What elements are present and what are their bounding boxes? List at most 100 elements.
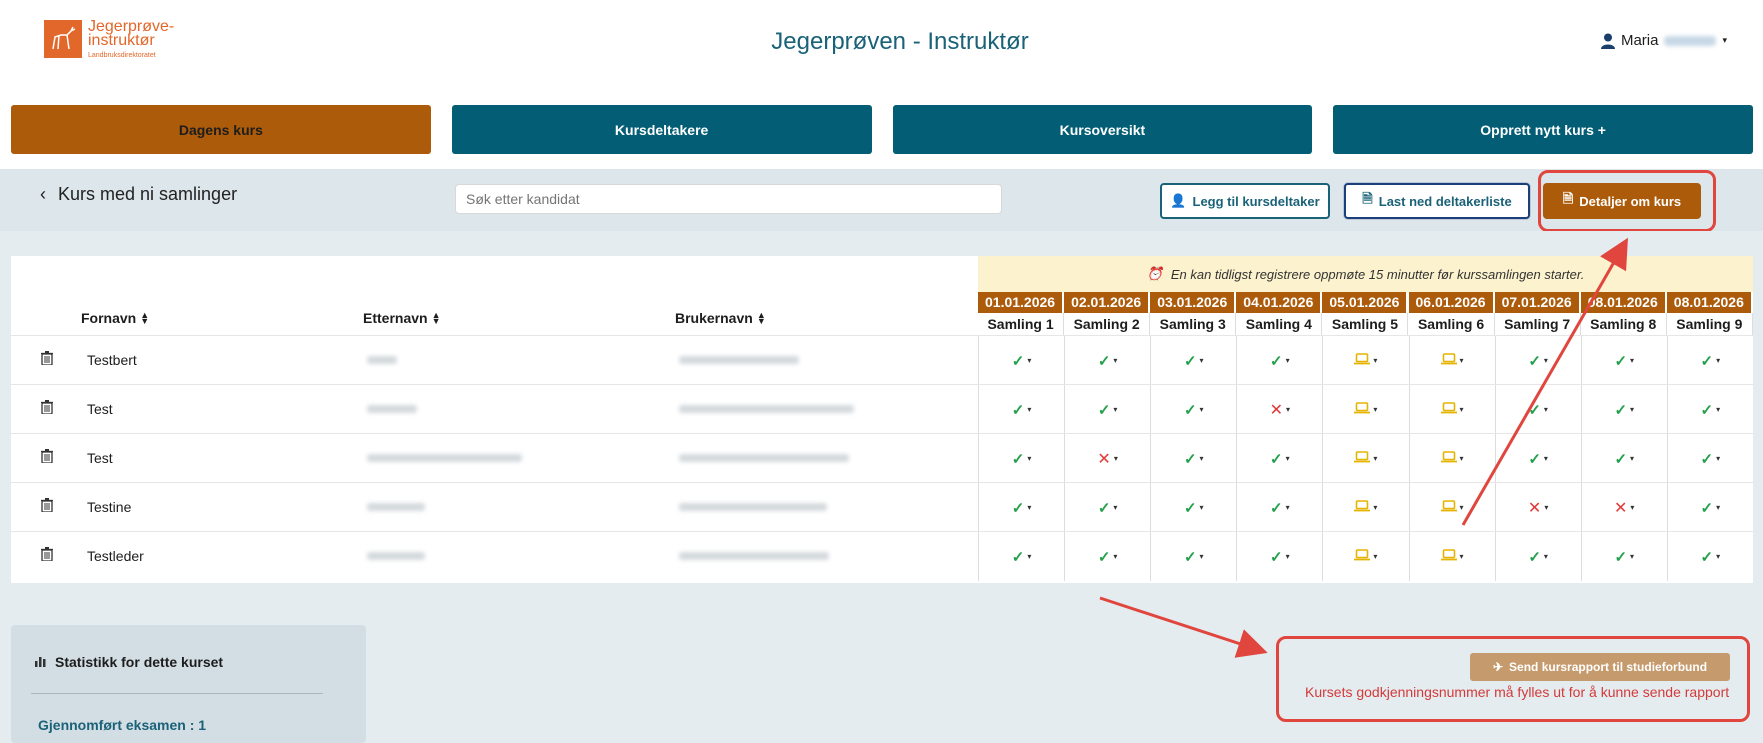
attendance-cell[interactable]: ✓ ▾ [1236, 434, 1322, 483]
cell-brukernavn-blurred [679, 503, 827, 511]
stats-title-text: Statistikk for dette kurset [55, 654, 224, 670]
notice-text: En kan tidligst registrere oppmøte 15 mi… [1170, 266, 1585, 282]
cross-icon: ✕ [1614, 499, 1628, 517]
attendance-cell[interactable]: ✓ ▾ [1494, 532, 1581, 581]
attendance-cell[interactable]: ✓ ▾ [1580, 385, 1667, 434]
attendance-cell[interactable]: ▾ [1322, 434, 1408, 483]
attendance-cell[interactable]: ✓ ▾ [1580, 336, 1667, 385]
attendance-cell[interactable]: ▾ [1322, 483, 1408, 532]
user-surname-blurred [1664, 35, 1717, 46]
attendance-cell[interactable]: ✓ ▾ [1236, 483, 1322, 532]
attendance-cell[interactable]: ▾ [1322, 532, 1408, 581]
attendance-cell[interactable]: ✓ ▾ [978, 483, 1064, 532]
chevron-down-icon: ▾ [1027, 552, 1032, 561]
attendance-cell[interactable]: ▾ [1408, 336, 1495, 385]
column-header-fornavn[interactable]: Fornavn ▲ ▼ [81, 310, 149, 326]
attendance-cell[interactable]: ✓ ▾ [1666, 483, 1753, 532]
chevron-down-icon: ▾ [1113, 405, 1118, 414]
chevron-down-icon: ▾ [1373, 503, 1378, 512]
file-download-icon: 🗎 [1362, 191, 1373, 206]
attendance-cell[interactable]: ▾ [1408, 385, 1495, 434]
attendance-cell[interactable]: ✓ ▾ [1064, 336, 1150, 385]
attendance-cell[interactable]: ✓ ▾ [1236, 336, 1322, 385]
add-participant-button[interactable]: 👤 Legg til kursdeltaker [1160, 183, 1330, 219]
check-icon: ✓ [1700, 352, 1714, 370]
attendance-cell[interactable]: ✓ ▾ [1236, 532, 1322, 581]
attendance-cell[interactable]: ✕ ▾ [1580, 483, 1667, 532]
chevron-down-icon: ▾ [1373, 405, 1378, 414]
attendance-cell[interactable]: ✓ ▾ [1064, 385, 1150, 434]
trash-icon[interactable] [41, 449, 53, 468]
trash-icon[interactable] [41, 498, 53, 517]
check-icon: ✓ [1614, 352, 1628, 370]
cell-brukernavn-blurred [679, 454, 849, 462]
session-date-header: 07.01.2026 [1494, 292, 1581, 313]
attendance-cell[interactable]: ✓ ▾ [1150, 434, 1236, 483]
main-nav: Dagens kurs Kursdeltakere Kursoversikt O… [11, 105, 1753, 154]
chevron-down-icon: ▾ [1630, 405, 1635, 414]
attendance-cell[interactable]: ▾ [1408, 483, 1495, 532]
attendance-cell[interactable]: ✓ ▾ [978, 434, 1064, 483]
session-date-header: 03.01.2026 [1150, 292, 1237, 313]
attendance-cell[interactable]: ▾ [1408, 532, 1495, 581]
session-label-header: Samling 9 [1667, 313, 1753, 335]
attendance-cell[interactable]: ▾ [1322, 336, 1408, 385]
attendance-cell[interactable]: ✓ ▾ [1666, 532, 1753, 581]
user-menu[interactable]: Maria ▾ [1600, 32, 1727, 49]
check-icon: ✓ [1183, 401, 1197, 419]
session-date-header: 01.01.2026 [978, 292, 1065, 313]
attendance-cell[interactable]: ✓ ▾ [978, 385, 1064, 434]
attendance-cell[interactable]: ✓ ▾ [1150, 385, 1236, 434]
attendance-cell[interactable]: ✕ ▾ [1064, 434, 1150, 483]
attendance-cell[interactable]: ✕ ▾ [1494, 483, 1581, 532]
chevron-down-icon: ▾ [1543, 454, 1548, 463]
download-list-button[interactable]: 🗎 Last ned deltakerliste [1344, 183, 1530, 219]
cross-icon: ✕ [1097, 450, 1111, 468]
check-icon: ✓ [1011, 450, 1025, 468]
trash-icon[interactable] [41, 547, 53, 566]
cell-fornavn: Testine [87, 499, 132, 515]
laptop-icon [1354, 450, 1371, 468]
app-header: Jegerprøve- instruktør Landbruksdirektor… [0, 0, 1763, 90]
attendance-cell[interactable]: ✓ ▾ [1580, 532, 1667, 581]
laptop-icon [1440, 450, 1457, 468]
trash-icon[interactable] [41, 400, 53, 419]
attendance-cell[interactable]: ✓ ▾ [1150, 336, 1236, 385]
nav-dagens-kurs[interactable]: Dagens kurs [11, 105, 431, 154]
attendance-cell[interactable]: ✕ ▾ [1236, 385, 1322, 434]
attendance-cell[interactable]: ✓ ▾ [1150, 483, 1236, 532]
attendance-cell[interactable]: ✓ ▾ [1666, 385, 1753, 434]
attendance-cell[interactable]: ✓ ▾ [978, 532, 1064, 581]
attendance-cell[interactable]: ✓ ▾ [1494, 434, 1581, 483]
attendance-cell[interactable]: ✓ ▾ [1064, 483, 1150, 532]
attendance-cell[interactable]: ✓ ▾ [1494, 336, 1581, 385]
column-header-brukernavn[interactable]: Brukernavn ▲ ▼ [675, 310, 766, 326]
check-icon: ✓ [1700, 548, 1714, 566]
attendance-cell[interactable]: ✓ ▾ [1494, 385, 1581, 434]
attendance-cell[interactable]: ✓ ▾ [978, 336, 1064, 385]
user-name: Maria [1620, 32, 1659, 49]
check-icon: ✓ [1614, 401, 1628, 419]
send-report-button[interactable]: ✈ Send kursrapport til studieforbund [1470, 653, 1730, 681]
attendance-cell[interactable]: ✓ ▾ [1150, 532, 1236, 581]
check-icon: ✓ [1097, 548, 1111, 566]
attendance-cell[interactable]: ▾ [1322, 385, 1408, 434]
header-last-label: Etternavn [363, 310, 428, 326]
column-header-etternavn[interactable]: Etternavn ▲ ▼ [363, 310, 441, 326]
nav-kursoversikt[interactable]: Kursoversikt [892, 105, 1313, 154]
nav-kursdeltakere[interactable]: Kursdeltakere [451, 105, 872, 154]
attendance-cell[interactable]: ✓ ▾ [1666, 336, 1753, 385]
chevron-down-icon: ▾ [1373, 356, 1378, 365]
attendance-cell[interactable]: ✓ ▾ [1666, 434, 1753, 483]
nav-opprett-nytt-kurs[interactable]: Opprett nytt kurs + [1333, 105, 1753, 154]
check-icon: ✓ [1183, 352, 1197, 370]
search-input[interactable] [455, 184, 1002, 214]
back-link[interactable]: ‹ Kurs med ni samlinger [40, 184, 237, 205]
download-list-label: Last ned deltakerliste [1378, 193, 1512, 209]
attendance-cell[interactable]: ▾ [1408, 434, 1495, 483]
attendance-cell[interactable]: ✓ ▾ [1064, 532, 1150, 581]
cell-fornavn: Test [87, 450, 113, 466]
trash-icon[interactable] [41, 351, 53, 370]
attendance-cell[interactable]: ✓ ▾ [1580, 434, 1667, 483]
laptop-icon [1354, 352, 1371, 370]
